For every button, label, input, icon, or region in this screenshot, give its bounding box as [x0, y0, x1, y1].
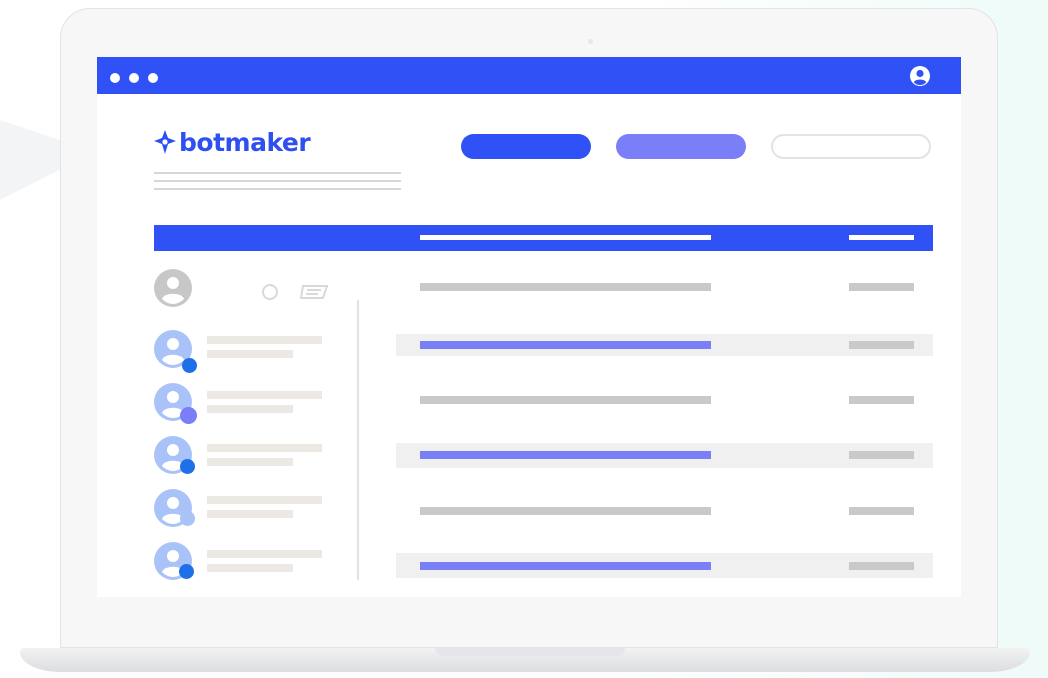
contact-name-line: [207, 336, 322, 344]
table-cell-bar: [420, 396, 711, 404]
primary-button[interactable]: [461, 134, 591, 159]
subtitle-line: [154, 188, 401, 190]
window-titlebar: [97, 57, 961, 94]
status-circle-icon[interactable]: [262, 284, 278, 300]
subtitle-line: [154, 172, 401, 174]
table-cell-bar: [420, 283, 711, 291]
status-dot: [180, 459, 195, 474]
table-cell-bar: [849, 562, 914, 570]
contact-preview-line: [207, 510, 293, 518]
table-cell-bar: [420, 451, 711, 459]
column-header[interactable]: [849, 235, 914, 240]
table-header: [154, 225, 933, 251]
column-header[interactable]: [420, 235, 711, 240]
table-cell-bar: [849, 396, 914, 404]
brand-logo[interactable]: botmaker: [153, 127, 311, 157]
brand-name: botmaker: [179, 127, 311, 157]
table-row-highlight[interactable]: [396, 443, 933, 468]
contact-name-line: [207, 550, 322, 558]
botmaker-logo-icon: [154, 130, 176, 154]
secondary-button[interactable]: [616, 134, 746, 159]
status-dot: [179, 564, 194, 579]
contact-name-line: [207, 444, 322, 452]
status-dot: [182, 358, 197, 373]
status-dot: [180, 407, 197, 424]
table-cell-bar: [849, 451, 914, 459]
subtitle-line: [154, 180, 401, 182]
window-control-dot[interactable]: [129, 73, 139, 83]
table-cell-bar: [849, 341, 914, 349]
contact-name-line: [207, 496, 322, 504]
table-row-highlight[interactable]: [396, 553, 933, 578]
search-input[interactable]: [771, 134, 931, 159]
table-cell-bar: [420, 562, 711, 570]
laptop-notch: [435, 648, 625, 656]
status-dot: [180, 511, 195, 526]
window-control-dot[interactable]: [148, 73, 158, 83]
table-cell-bar: [849, 283, 914, 291]
contact-preview-line: [207, 564, 293, 572]
table-cell-bar: [420, 507, 711, 515]
contact-preview-line: [207, 350, 293, 358]
user-circle-icon[interactable]: [909, 65, 931, 87]
camera-dot: [588, 39, 593, 44]
contact-name-line: [207, 391, 322, 399]
table-cell-bar: [420, 341, 711, 349]
table-cell-bar: [849, 507, 914, 515]
contact-preview-line: [207, 458, 293, 466]
contact-preview-line: [207, 405, 293, 413]
message-icon[interactable]: [299, 284, 329, 300]
profile-avatar[interactable]: [153, 268, 193, 308]
window-control-dot[interactable]: [110, 73, 120, 83]
table-row-highlight[interactable]: [396, 334, 933, 356]
app-screen: botmaker: [97, 57, 961, 597]
sidebar-divider: [357, 300, 359, 580]
